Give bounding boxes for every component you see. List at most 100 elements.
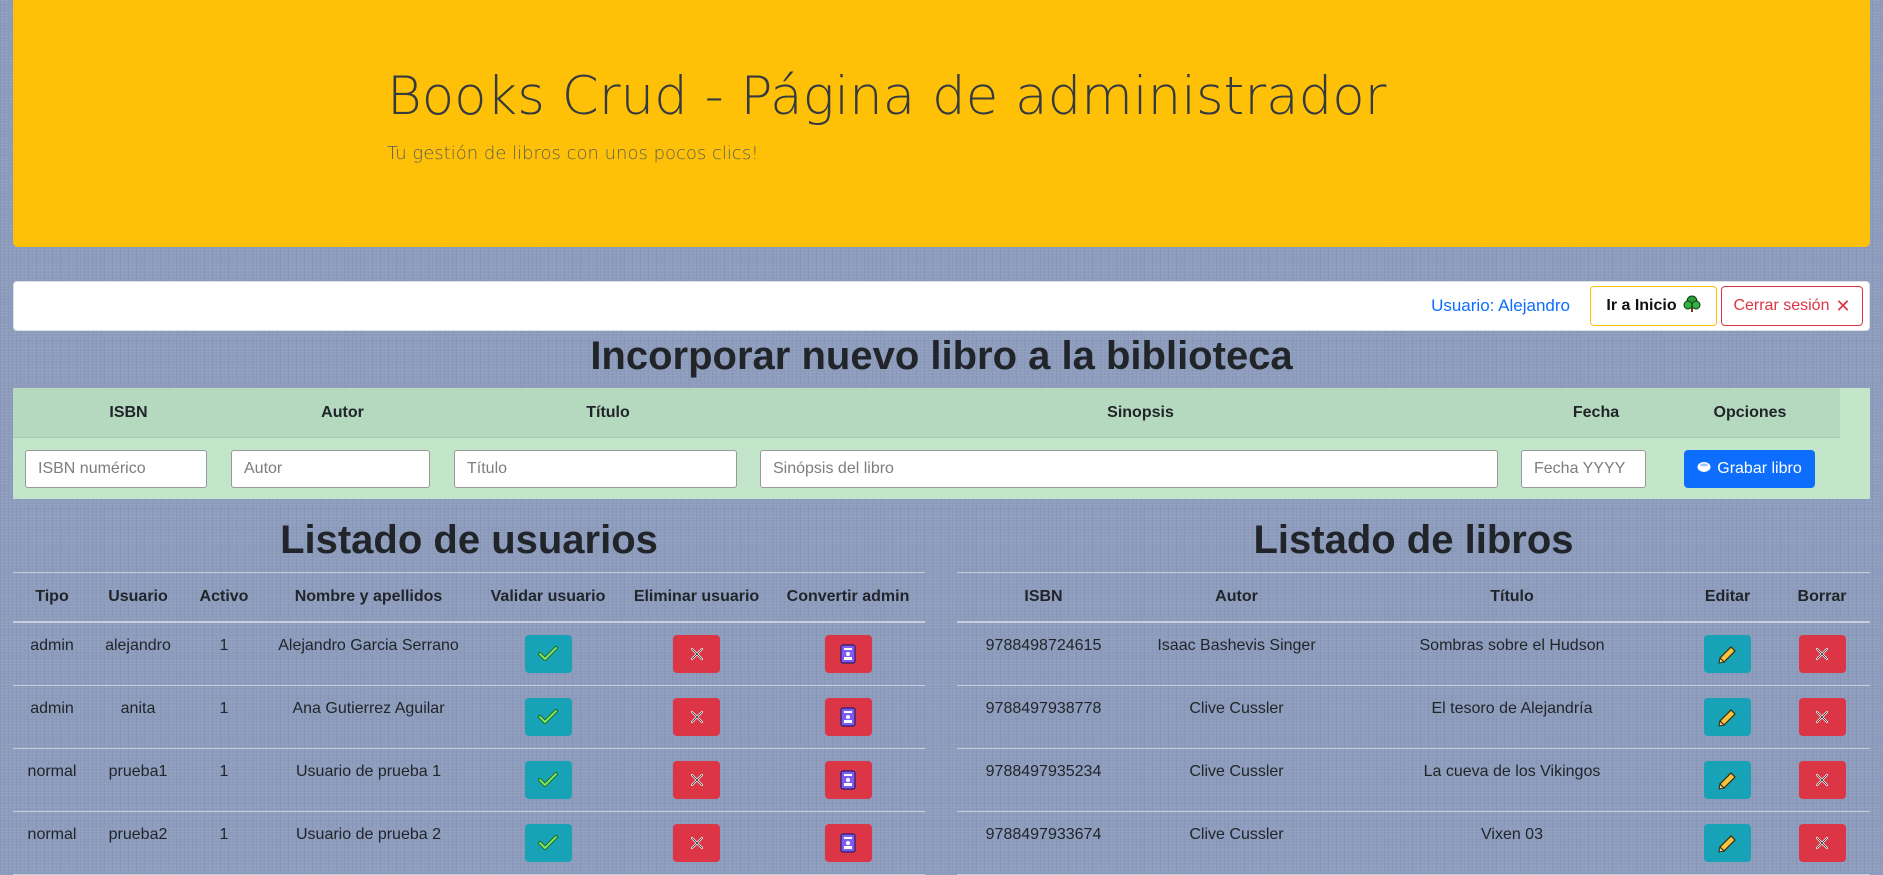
user-usuario-cell: prueba1	[91, 748, 185, 812]
home-label: Ir a Inicio	[1606, 297, 1677, 314]
make-admin-button[interactable]	[824, 698, 872, 736]
user-nombre-cell: Usuario de prueba 1	[263, 748, 474, 812]
book-autor-cell: Isaac Bashevis Singer	[1130, 622, 1343, 686]
col-isbn: ISBN	[109, 404, 148, 421]
user-tipo-cell: admin	[13, 685, 91, 749]
user-activo-cell: 1	[185, 622, 263, 686]
pencil-icon	[1717, 833, 1738, 853]
delete-user-button-cell	[622, 685, 771, 749]
user-activo-cell: 1	[185, 811, 263, 875]
id-badge-icon	[839, 644, 857, 664]
book-autor: Isaac Bashevis Singer	[1157, 637, 1316, 654]
delete-book-button-cell	[1774, 811, 1870, 875]
book-row: 9788497935234 Clive Cussler La cueva de lo…	[957, 748, 1870, 812]
book-autor-cell: Clive Cussler	[1130, 685, 1343, 749]
book-titulo: La cueva de los Vikingos	[1423, 763, 1601, 780]
edit-book-button[interactable]	[1704, 698, 1751, 736]
user-tipo-cell: normal	[13, 811, 91, 875]
user-tipo-cell: admin	[13, 622, 91, 686]
titulo-input[interactable]	[454, 450, 737, 488]
validate-user-button[interactable]	[524, 824, 572, 862]
delete-user-button-cell	[622, 622, 771, 686]
x-icon	[689, 835, 705, 851]
users-list-title: Listado de usuarios	[280, 518, 658, 562]
sinopsis-input[interactable]	[760, 450, 1498, 488]
fecha-input[interactable]	[1521, 450, 1646, 488]
delete-book-button[interactable]	[1798, 761, 1846, 799]
autor-input[interactable]	[231, 450, 430, 488]
validate-user-button[interactable]	[524, 761, 572, 799]
col-titulo: Título	[586, 404, 630, 421]
delete-book-button[interactable]	[1798, 635, 1846, 673]
book-isbn-cell: 9788497938778	[957, 685, 1130, 749]
th-titulo: Título	[1343, 572, 1681, 623]
book-titulo: Sombras sobre el Hudson	[1419, 637, 1605, 654]
make-admin-button-cell	[771, 811, 925, 875]
check-icon	[538, 835, 558, 851]
book-isbn: 9788497935234	[985, 763, 1102, 780]
user-label[interactable]: Usuario: Alejandro	[1431, 296, 1570, 316]
user-nombre: Ana Gutierrez Aguilar	[292, 700, 445, 717]
validate-user-button[interactable]	[524, 698, 572, 736]
delete-book-button[interactable]	[1798, 824, 1846, 862]
delete-book-button[interactable]	[1798, 698, 1846, 736]
logout-button[interactable]: Cerrar sesión ✕	[1721, 286, 1863, 326]
top-navbar: Usuario: Alejandro Ir a Inicio Cerrar se…	[13, 281, 1870, 331]
edit-book-button[interactable]	[1704, 761, 1751, 799]
edit-book-button[interactable]	[1704, 824, 1751, 862]
book-isbn: 9788497938778	[985, 700, 1102, 717]
users-header-row: Tipo Usuario Activo Nombre y apellidos V…	[13, 572, 925, 623]
user-usuario-cell: alejandro	[91, 622, 185, 686]
x-icon	[689, 709, 705, 725]
edit-book-button[interactable]	[1704, 635, 1751, 673]
validate-user-button-cell	[474, 811, 622, 875]
user-activo: 1	[219, 826, 229, 843]
pencil-icon	[1717, 707, 1738, 727]
book-isbn-cell: 9788497933674	[957, 811, 1130, 875]
book-row: 9788497933674 Clive Cussler Vixen 03	[957, 811, 1870, 875]
validate-user-button[interactable]	[524, 635, 572, 673]
books-header-row: ISBN Autor Título Editar Borrar	[957, 572, 1870, 623]
isbn-input[interactable]	[25, 450, 207, 488]
save-book-button[interactable]: Grabar libro	[1684, 450, 1815, 488]
book-autor: Clive Cussler	[1189, 826, 1284, 843]
user-nombre: Alejandro Garcia Serrano	[278, 637, 459, 654]
x-icon	[689, 772, 705, 788]
book-titulo-cell: La cueva de los Vikingos	[1343, 748, 1681, 812]
delete-user-button[interactable]	[673, 698, 720, 736]
user-activo-cell: 1	[185, 685, 263, 749]
close-icon: ✕	[1835, 296, 1851, 316]
new-book-form: ISBN Autor Título Sinopsis Fecha Opcione…	[13, 388, 1870, 499]
delete-user-button[interactable]	[673, 635, 720, 673]
th-editar: Editar	[1681, 572, 1774, 623]
make-admin-button[interactable]	[824, 824, 872, 862]
user-row: normal prueba1 1 Usuario de prueba 1	[13, 748, 925, 812]
new-book-title: Incorporar nuevo libro a la biblioteca	[590, 334, 1293, 378]
validate-user-button-cell	[474, 748, 622, 812]
user-usuario-cell: prueba2	[91, 811, 185, 875]
delete-user-button[interactable]	[673, 761, 720, 799]
user-usuario: anita	[120, 700, 156, 717]
make-admin-button[interactable]	[824, 635, 872, 673]
user-tipo: admin	[30, 700, 74, 717]
make-admin-button[interactable]	[824, 761, 872, 799]
pencil-icon	[1717, 770, 1738, 790]
go-home-button[interactable]: Ir a Inicio	[1590, 286, 1717, 326]
make-admin-button-cell	[771, 622, 925, 686]
id-badge-icon	[839, 833, 857, 853]
delete-user-button[interactable]	[673, 824, 720, 862]
book-isbn-cell: 9788497935234	[957, 748, 1130, 812]
make-admin-button-cell	[771, 685, 925, 749]
check-icon	[538, 772, 558, 788]
th-nombre: Nombre y apellidos	[263, 572, 474, 623]
save-book-label: Grabar libro	[1717, 460, 1802, 477]
book-autor-cell: Clive Cussler	[1130, 748, 1343, 812]
edit-book-button-cell	[1681, 811, 1774, 875]
book-row: 9788497938778 Clive Cussler El tesoro de A…	[957, 685, 1870, 749]
validate-user-button-cell	[474, 622, 622, 686]
user-usuario: prueba2	[108, 826, 168, 843]
delete-user-button-cell	[622, 748, 771, 812]
col-sinopsis: Sinopsis	[1107, 404, 1174, 421]
th-borrar: Borrar	[1774, 572, 1870, 623]
delete-book-button-cell	[1774, 622, 1870, 686]
